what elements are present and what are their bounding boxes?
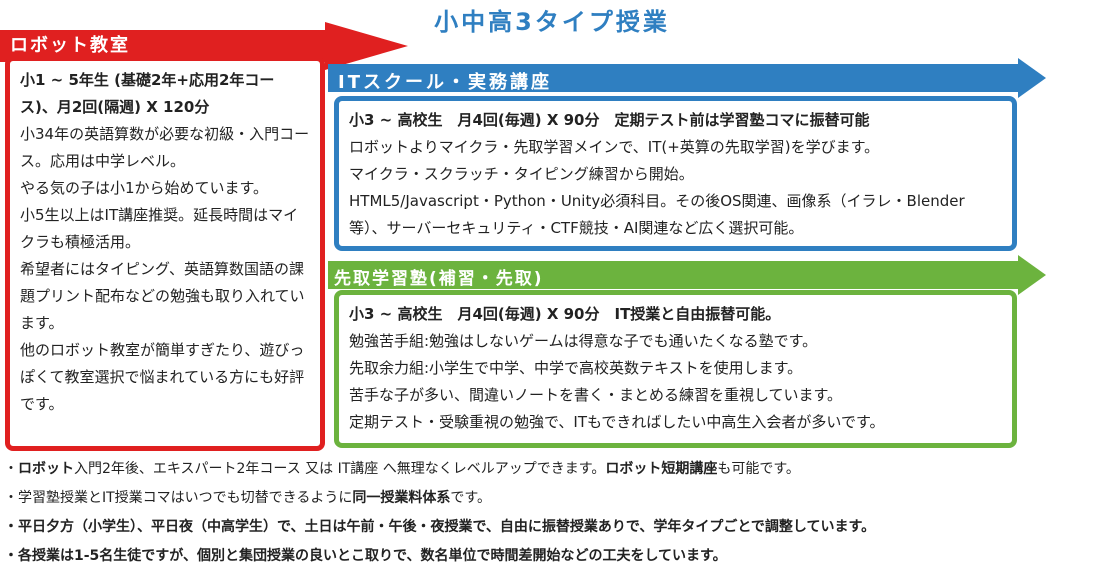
note-text: です。 bbox=[450, 490, 492, 506]
note-emphasis: 同一授業料体系 bbox=[352, 490, 451, 506]
notes-list: ・ロボット入門2年後、エキスパート2年コース 又は IT講座 へ無理なくレベルア… bbox=[4, 455, 1100, 571]
it-line: マイクラ・スクラッチ・タイピング練習から開始。 bbox=[349, 165, 694, 183]
juku-label: 先取学習塾(補習・先取) bbox=[334, 269, 544, 289]
robot-course-box: 小1 ~ 5年生 (基礎2年+応用2年コース)、月2回(隔週) X 120分 小… bbox=[5, 56, 325, 451]
robot-line: 希望者にはタイピング、英語算数国語の課題プリント配布などの勉強も取り入れています… bbox=[20, 260, 305, 332]
note-item: ・学習塾授業とIT授業コマはいつでも切替できるように同一授業料体系です。 bbox=[4, 484, 1100, 513]
juku-course-box: 小3 ~ 高校生 月4回(毎週) X 90分 IT授業と自由振替可能。 勉強苦手… bbox=[334, 290, 1017, 448]
it-line: HTML5/Javascript・Python・Unity必須科目。その後OS関… bbox=[349, 192, 965, 237]
robot-line: やる気の子は小1から始めています。 bbox=[20, 179, 269, 197]
juku-line: 勉強苦手組:勉強はしないゲームは得意な子でも通いたくなる塾です。 bbox=[349, 332, 818, 350]
note-emphasis: ロボット短期講座 bbox=[605, 461, 718, 477]
robot-line: 小34年の英語算数が必要な初級・入門コース。応用は中学レベル。 bbox=[20, 125, 310, 170]
note-text: ・学習塾授業とIT授業コマはいつでも切替できるように bbox=[4, 490, 353, 506]
robot-label: ロボット教室 bbox=[10, 35, 130, 56]
robot-header: 小1 ~ 5年生 (基礎2年+応用2年コース)、月2回(隔週) X 120分 bbox=[20, 71, 275, 116]
note-item: ・ロボット入門2年後、エキスパート2年コース 又は IT講座 へ無理なくレベルア… bbox=[4, 455, 1100, 484]
juku-line: 定期テスト・受験重視の勉強で、ITもできればしたい中高生入会者が多いです。 bbox=[349, 413, 885, 431]
robot-line: 他のロボット教室が簡単すぎたり、遊びっぽくて教室選択で悩まれている方にも好評です… bbox=[20, 341, 305, 413]
note-text: ・ bbox=[4, 461, 18, 477]
robot-line: 小5生以上はIT講座推奨。延長時間はマイクラも積極活用。 bbox=[20, 206, 299, 251]
juku-line: 苦手な子が多い、間違いノートを書く・まとめる練習を重視しています。 bbox=[349, 386, 843, 404]
juku-header: 小3 ~ 高校生 月4回(毎週) X 90分 IT授業と自由振替可能。 bbox=[349, 305, 781, 323]
it-line: ロボットよりマイクラ・先取学習メインで、IT(+英算の先取学習)を学びます。 bbox=[349, 138, 880, 156]
it-label: ITスクール・実務講座 bbox=[338, 72, 552, 93]
note-item: ・各授業は1-5名生徒ですが、個別と集団授業の良いとこ取りで、数名単位で時間差開… bbox=[4, 542, 1100, 571]
juku-line: 先取余力組:小学生で中学、中学で高校英数テキストを使用します。 bbox=[349, 359, 803, 377]
note-emphasis: ・各授業は1-5名生徒ですが、個別と集団授業の良いとこ取りで、数名単位で時間差開… bbox=[4, 548, 727, 564]
it-course-box: 小3 ~ 高校生 月4回(毎週) X 90分 定期テスト前は学習塾コマに振替可能… bbox=[334, 96, 1017, 251]
note-item: ・平日夕方（小学生）、平日夜（中高学生）で、土日は午前・午後・夜授業で、自由に振… bbox=[4, 513, 1100, 542]
it-header: 小3 ~ 高校生 月4回(毎週) X 90分 定期テスト前は学習塾コマに振替可能 bbox=[349, 111, 870, 129]
note-text: も可能です。 bbox=[717, 461, 800, 477]
note-emphasis: ・平日夕方（小学生）、平日夜（中高学生）で、土日は午前・午後・夜授業で、自由に振… bbox=[4, 519, 876, 535]
note-emphasis: ロボット bbox=[18, 461, 74, 477]
note-text: 入門2年後、エキスパート2年コース 又は IT講座 へ無理なくレベルアップできま… bbox=[74, 461, 606, 477]
